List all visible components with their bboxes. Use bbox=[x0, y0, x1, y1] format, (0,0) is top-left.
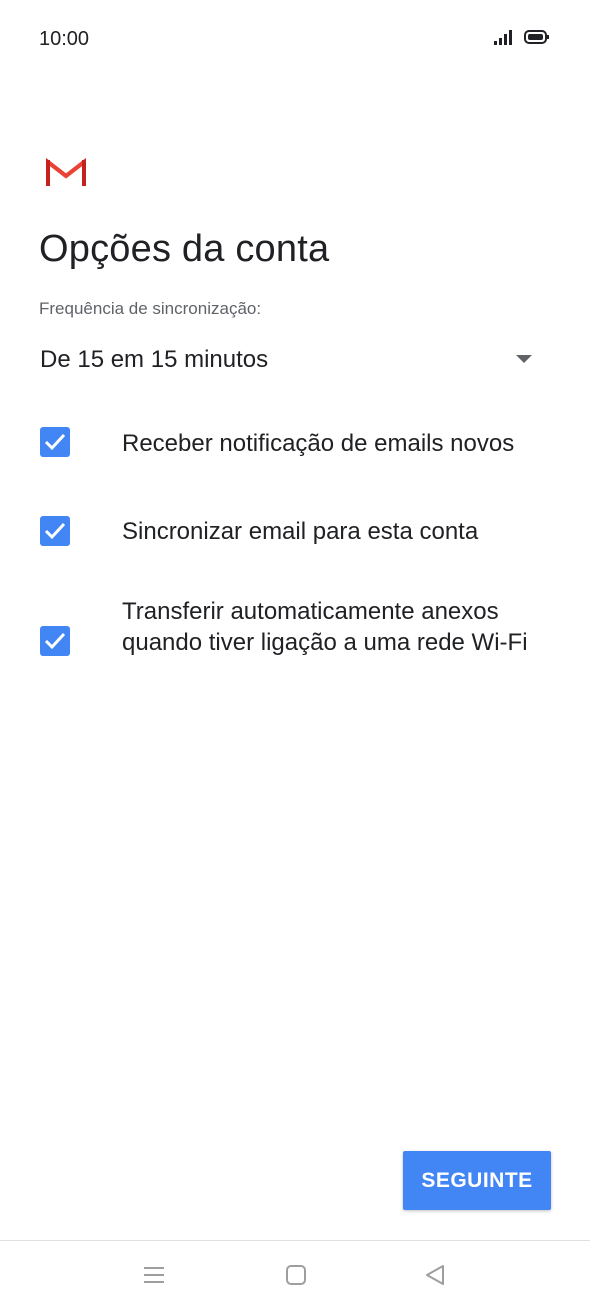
signal-icon bbox=[494, 29, 516, 50]
check-icon bbox=[44, 433, 66, 451]
sync-frequency-dropdown[interactable]: De 15 em 15 minutos bbox=[30, 333, 550, 387]
check-icon bbox=[44, 522, 66, 540]
sync-frequency-value: De 15 em 15 minutos bbox=[40, 346, 269, 373]
back-icon[interactable] bbox=[422, 1263, 452, 1289]
option-label: Transferir automaticamente anexos quando… bbox=[122, 598, 528, 656]
option-label: Sincronizar email para esta conta bbox=[122, 518, 479, 545]
option-auto-download-attachments[interactable]: Transferir automaticamente anexos quando… bbox=[30, 596, 570, 692]
status-time: 10:00 bbox=[39, 28, 90, 50]
checkbox-notify-new-emails[interactable] bbox=[40, 427, 70, 457]
status-bar: 10:00 bbox=[0, 0, 590, 80]
checkbox-sync-email[interactable] bbox=[40, 516, 70, 546]
navigation-bar bbox=[0, 1241, 590, 1312]
gmail-logo-icon bbox=[46, 157, 86, 188]
battery-icon bbox=[524, 29, 550, 50]
sync-frequency-label: Frequência de sincronização: bbox=[39, 299, 262, 318]
option-sync-email[interactable]: Sincronizar email para esta conta bbox=[30, 514, 570, 550]
status-icons bbox=[494, 29, 550, 50]
option-label: Receber notificação de emails novos bbox=[122, 430, 515, 457]
next-button[interactable]: SEGUINTE bbox=[403, 1151, 551, 1210]
page-title: Opções da conta bbox=[39, 228, 330, 270]
option-notify-new-emails[interactable]: Receber notificação de emails novos bbox=[30, 426, 570, 462]
home-icon[interactable] bbox=[283, 1263, 313, 1289]
check-icon bbox=[44, 632, 66, 650]
checkbox-auto-download-attachments[interactable] bbox=[40, 626, 70, 656]
menu-icon[interactable] bbox=[141, 1263, 171, 1289]
dropdown-arrow-icon bbox=[516, 355, 532, 363]
